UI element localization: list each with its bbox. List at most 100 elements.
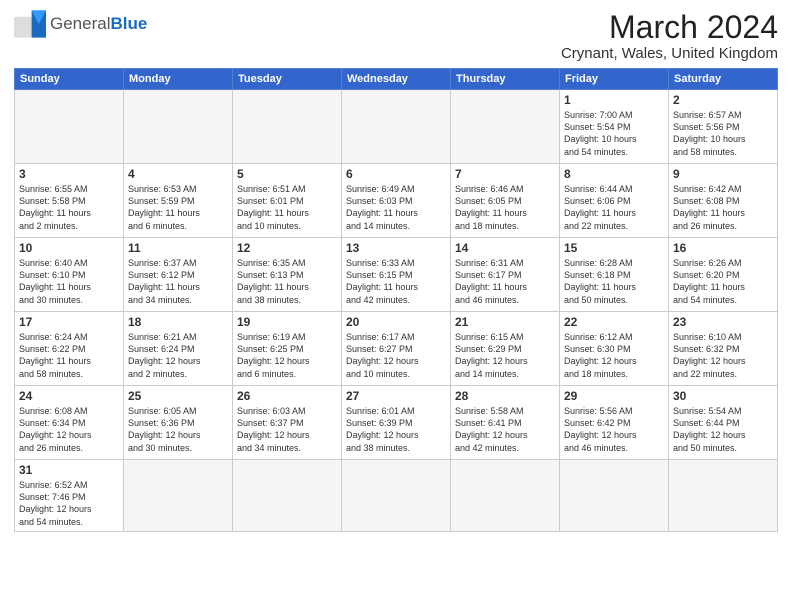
day-number: 1 xyxy=(564,93,664,107)
day-number: 22 xyxy=(564,315,664,329)
calendar-week-row: 1 Sunrise: 7:00 AM Sunset: 5:54 PM Daylig… xyxy=(15,90,778,164)
day-number: 25 xyxy=(128,389,228,403)
table-row: 3 Sunrise: 6:55 AM Sunset: 5:58 PM Daylig… xyxy=(15,164,124,238)
day-number: 21 xyxy=(455,315,555,329)
day-number: 20 xyxy=(346,315,446,329)
day-number: 19 xyxy=(237,315,337,329)
table-row xyxy=(342,90,451,164)
table-row: 15 Sunrise: 6:28 AM Sunset: 6:18 PM Dayli… xyxy=(560,238,669,312)
table-row: 12 Sunrise: 6:35 AM Sunset: 6:13 PM Dayli… xyxy=(233,238,342,312)
day-number: 17 xyxy=(19,315,119,329)
day-info: Sunrise: 6:03 AM Sunset: 6:37 PM Dayligh… xyxy=(237,405,337,454)
day-info: Sunrise: 5:56 AM Sunset: 6:42 PM Dayligh… xyxy=(564,405,664,454)
day-number: 3 xyxy=(19,167,119,181)
table-row: 14Sunrise: 6:31 AM Sunset: 6:17 PM Dayli… xyxy=(451,238,560,312)
day-number: 24 xyxy=(19,389,119,403)
day-info: Sunrise: 6:57 AM Sunset: 5:56 PM Dayligh… xyxy=(673,109,773,158)
table-row: 20Sunrise: 6:17 AM Sunset: 6:27 PM Dayli… xyxy=(342,312,451,386)
day-number: 31 xyxy=(19,463,119,477)
calendar-table: Sunday Monday Tuesday Wednesday Thursday… xyxy=(14,68,778,532)
logo: GeneralBlue xyxy=(14,10,147,38)
page: GeneralBlue March 2024 Crynant, Wales, U… xyxy=(0,0,792,612)
col-saturday: Saturday xyxy=(669,69,778,90)
col-friday: Friday xyxy=(560,69,669,90)
logo-text: GeneralBlue xyxy=(50,14,147,34)
table-row: 17Sunrise: 6:24 AM Sunset: 6:22 PM Dayli… xyxy=(15,312,124,386)
day-info: Sunrise: 6:42 AM Sunset: 6:08 PM Dayligh… xyxy=(673,183,773,232)
day-info: Sunrise: 6:31 AM Sunset: 6:17 PM Dayligh… xyxy=(455,257,555,306)
table-row: 16 Sunrise: 6:26 AM Sunset: 6:20 PM Dayli… xyxy=(669,238,778,312)
col-tuesday: Tuesday xyxy=(233,69,342,90)
day-info: Sunrise: 5:58 AM Sunset: 6:41 PM Dayligh… xyxy=(455,405,555,454)
day-info: Sunrise: 6:49 AM Sunset: 6:03 PM Dayligh… xyxy=(346,183,446,232)
table-row xyxy=(124,460,233,532)
day-number: 29 xyxy=(564,389,664,403)
day-info: Sunrise: 5:54 AM Sunset: 6:44 PM Dayligh… xyxy=(673,405,773,454)
col-thursday: Thursday xyxy=(451,69,560,90)
day-info: Sunrise: 6:52 AM Sunset: 7:46 PM Dayligh… xyxy=(19,479,119,528)
day-info: Sunrise: 6:26 AM Sunset: 6:20 PM Dayligh… xyxy=(673,257,773,306)
table-row: 10Sunrise: 6:40 AM Sunset: 6:10 PM Dayli… xyxy=(15,238,124,312)
day-number: 12 xyxy=(237,241,337,255)
table-row: 13Sunrise: 6:33 AM Sunset: 6:15 PM Dayli… xyxy=(342,238,451,312)
calendar-week-row: 17Sunrise: 6:24 AM Sunset: 6:22 PM Dayli… xyxy=(15,312,778,386)
day-number: 26 xyxy=(237,389,337,403)
day-info: Sunrise: 6:35 AM Sunset: 6:13 PM Dayligh… xyxy=(237,257,337,306)
day-info: Sunrise: 6:08 AM Sunset: 6:34 PM Dayligh… xyxy=(19,405,119,454)
calendar-title: March 2024 xyxy=(561,10,778,45)
day-number: 8 xyxy=(564,167,664,181)
day-number: 30 xyxy=(673,389,773,403)
day-info: Sunrise: 6:53 AM Sunset: 5:59 PM Dayligh… xyxy=(128,183,228,232)
day-info: Sunrise: 6:19 AM Sunset: 6:25 PM Dayligh… xyxy=(237,331,337,380)
day-number: 15 xyxy=(564,241,664,255)
day-number: 23 xyxy=(673,315,773,329)
table-row: 25 Sunrise: 6:05 AM Sunset: 6:36 PM Dayli… xyxy=(124,386,233,460)
day-number: 5 xyxy=(237,167,337,181)
table-row xyxy=(233,90,342,164)
day-info: Sunrise: 6:05 AM Sunset: 6:36 PM Dayligh… xyxy=(128,405,228,454)
table-row: 28 Sunrise: 5:58 AM Sunset: 6:41 PM Dayli… xyxy=(451,386,560,460)
day-info: Sunrise: 6:01 AM Sunset: 6:39 PM Dayligh… xyxy=(346,405,446,454)
day-number: 16 xyxy=(673,241,773,255)
table-row: 22 Sunrise: 6:12 AM Sunset: 6:30 PM Dayli… xyxy=(560,312,669,386)
table-row xyxy=(669,460,778,532)
day-info: Sunrise: 6:51 AM Sunset: 6:01 PM Dayligh… xyxy=(237,183,337,232)
calendar-header-row: Sunday Monday Tuesday Wednesday Thursday… xyxy=(15,69,778,90)
header: GeneralBlue March 2024 Crynant, Wales, U… xyxy=(14,10,778,62)
table-row xyxy=(451,460,560,532)
table-row: 8 Sunrise: 6:44 AM Sunset: 6:06 PM Daylig… xyxy=(560,164,669,238)
table-row: 1 Sunrise: 7:00 AM Sunset: 5:54 PM Daylig… xyxy=(560,90,669,164)
day-info: Sunrise: 6:15 AM Sunset: 6:29 PM Dayligh… xyxy=(455,331,555,380)
table-row: 30 Sunrise: 5:54 AM Sunset: 6:44 PM Dayli… xyxy=(669,386,778,460)
calendar-week-row: 31 Sunrise: 6:52 AM Sunset: 7:46 PM Dayli… xyxy=(15,460,778,532)
day-number: 28 xyxy=(455,389,555,403)
day-number: 4 xyxy=(128,167,228,181)
table-row: 11Sunrise: 6:37 AM Sunset: 6:12 PM Dayli… xyxy=(124,238,233,312)
day-number: 6 xyxy=(346,167,446,181)
day-info: Sunrise: 6:28 AM Sunset: 6:18 PM Dayligh… xyxy=(564,257,664,306)
day-info: Sunrise: 6:10 AM Sunset: 6:32 PM Dayligh… xyxy=(673,331,773,380)
title-block: March 2024 Crynant, Wales, United Kingdo… xyxy=(561,10,778,62)
day-info: Sunrise: 6:55 AM Sunset: 5:58 PM Dayligh… xyxy=(19,183,119,232)
table-row: 9 Sunrise: 6:42 AM Sunset: 6:08 PM Daylig… xyxy=(669,164,778,238)
day-info: Sunrise: 6:12 AM Sunset: 6:30 PM Dayligh… xyxy=(564,331,664,380)
table-row: 26 Sunrise: 6:03 AM Sunset: 6:37 PM Dayli… xyxy=(233,386,342,460)
calendar-week-row: 10Sunrise: 6:40 AM Sunset: 6:10 PM Dayli… xyxy=(15,238,778,312)
day-number: 13 xyxy=(346,241,446,255)
table-row: 23 Sunrise: 6:10 AM Sunset: 6:32 PM Dayli… xyxy=(669,312,778,386)
calendar-week-row: 24 Sunrise: 6:08 AM Sunset: 6:34 PM Dayli… xyxy=(15,386,778,460)
day-info: Sunrise: 6:44 AM Sunset: 6:06 PM Dayligh… xyxy=(564,183,664,232)
col-monday: Monday xyxy=(124,69,233,90)
day-number: 9 xyxy=(673,167,773,181)
day-info: Sunrise: 7:00 AM Sunset: 5:54 PM Dayligh… xyxy=(564,109,664,158)
table-row: 29 Sunrise: 5:56 AM Sunset: 6:42 PM Dayli… xyxy=(560,386,669,460)
table-row: 19 Sunrise: 6:19 AM Sunset: 6:25 PM Dayli… xyxy=(233,312,342,386)
table-row xyxy=(124,90,233,164)
day-number: 2 xyxy=(673,93,773,107)
day-info: Sunrise: 6:46 AM Sunset: 6:05 PM Dayligh… xyxy=(455,183,555,232)
table-row: 27 Sunrise: 6:01 AM Sunset: 6:39 PM Dayli… xyxy=(342,386,451,460)
table-row: 4 Sunrise: 6:53 AM Sunset: 5:59 PM Daylig… xyxy=(124,164,233,238)
day-info: Sunrise: 6:21 AM Sunset: 6:24 PM Dayligh… xyxy=(128,331,228,380)
day-number: 27 xyxy=(346,389,446,403)
calendar-week-row: 3 Sunrise: 6:55 AM Sunset: 5:58 PM Daylig… xyxy=(15,164,778,238)
